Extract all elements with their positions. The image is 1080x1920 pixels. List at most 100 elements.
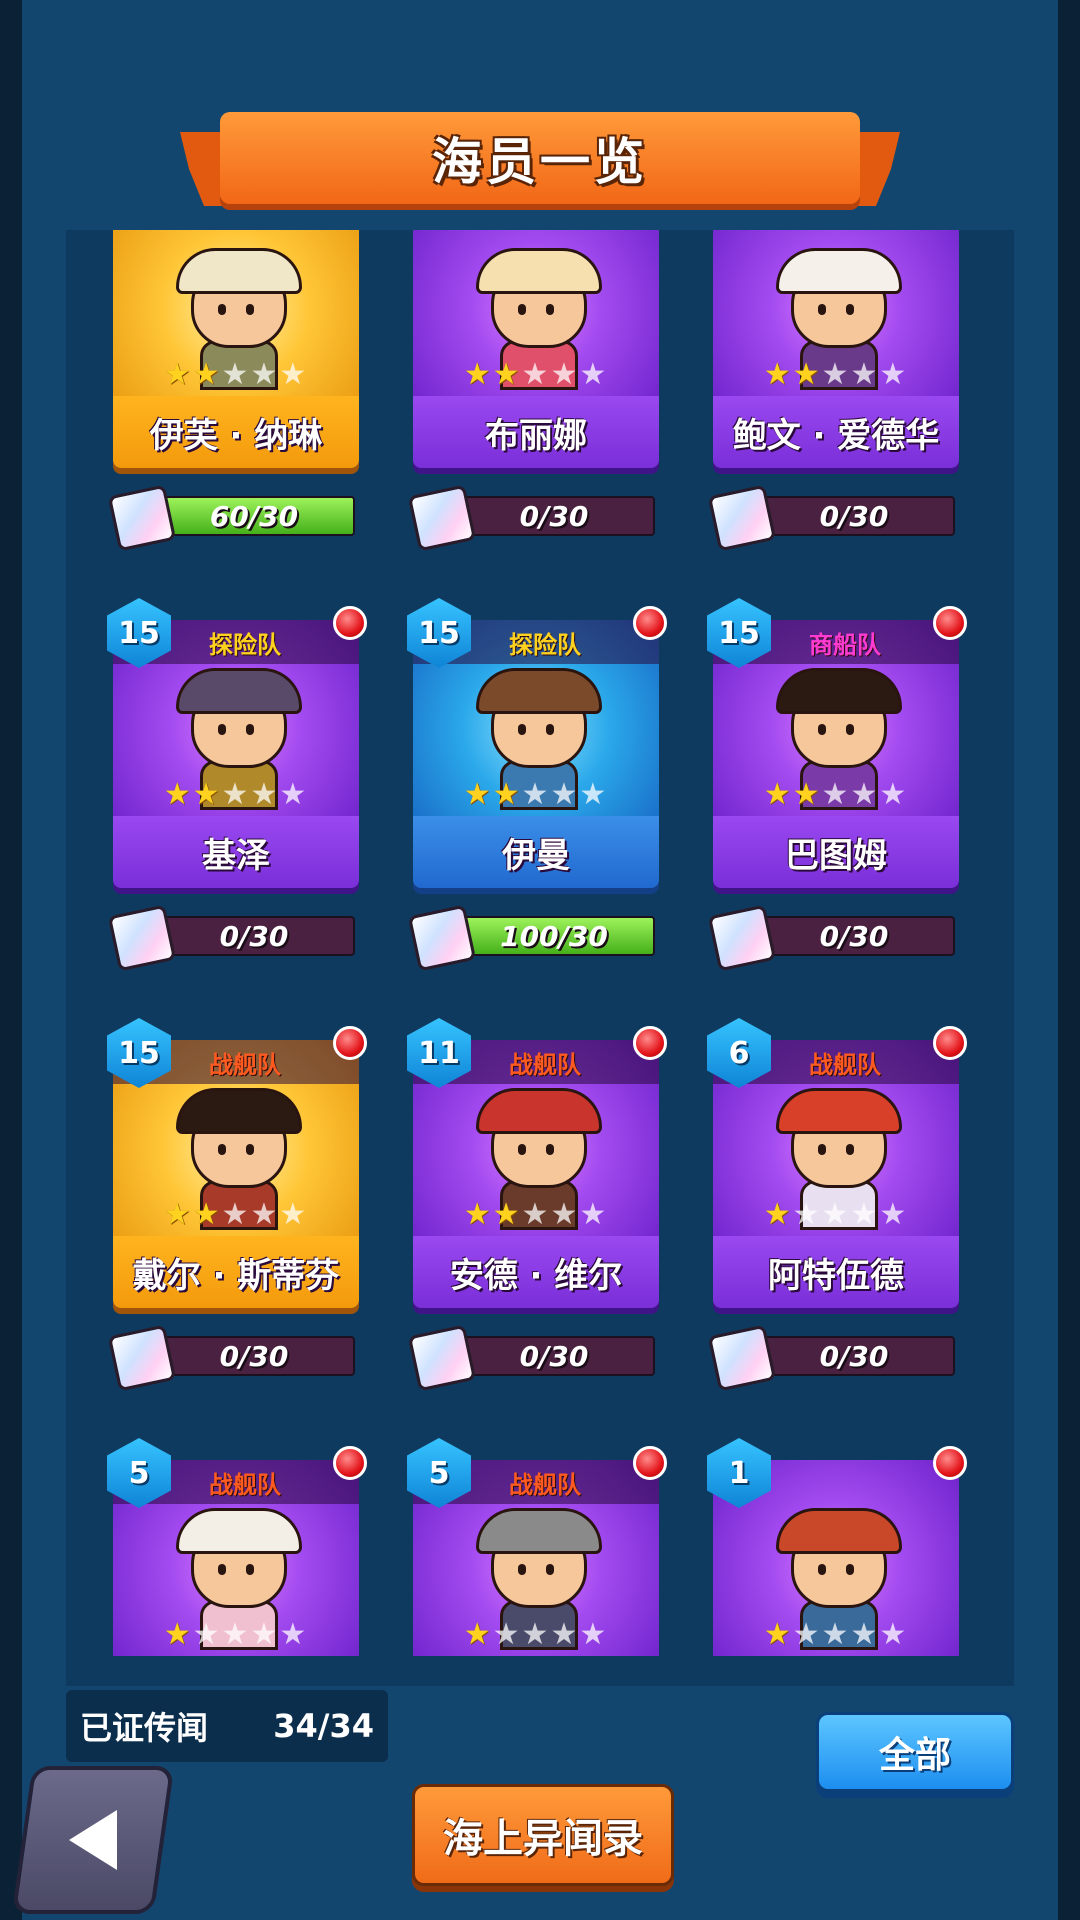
frame-edge-right	[1058, 0, 1080, 1920]
star-rating: ★★★★★	[713, 1620, 959, 1650]
progress-label: 0/30	[519, 1339, 589, 1373]
star-empty-icon: ★	[221, 1617, 251, 1652]
star-empty-icon: ★	[879, 777, 909, 812]
team-label: 探险队	[509, 630, 581, 659]
crew-portrait-frame: ★★★★★	[413, 230, 659, 396]
progress-track: 60/30	[153, 496, 355, 536]
progress-track: 0/30	[753, 496, 955, 536]
star-filled-icon: ★	[763, 1197, 793, 1232]
star-rating: ★★★★★	[413, 1620, 659, 1650]
star-filled-icon: ★	[192, 357, 222, 392]
team-label: 战舰队	[509, 1470, 581, 1499]
star-empty-icon: ★	[221, 357, 251, 392]
crew-card[interactable]: ★★★★★ 伊芙 · 纳琳 60/30	[107, 230, 359, 552]
star-filled-icon: ★	[763, 777, 793, 812]
star-empty-icon: ★	[821, 357, 851, 392]
puzzle-piece-icon	[407, 904, 477, 972]
star-filled-icon: ★	[163, 1617, 193, 1652]
fragment-progress: 0/30	[107, 904, 359, 972]
star-filled-icon: ★	[163, 1197, 193, 1232]
crew-card[interactable]: 战舰队 ★★★★★ 戴尔 · 斯蒂芬 15 0/30	[107, 1018, 367, 1392]
star-empty-icon: ★	[550, 777, 580, 812]
crew-card[interactable]: ★★★★★ 1	[707, 1438, 967, 1656]
star-filled-icon: ★	[763, 357, 793, 392]
star-rating: ★★★★★	[113, 360, 359, 390]
star-empty-icon: ★	[221, 777, 251, 812]
crew-card[interactable]: 战舰队 ★★★★★ 5	[107, 1438, 367, 1656]
fragment-progress: 0/30	[707, 904, 959, 972]
star-empty-icon: ★	[192, 1617, 222, 1652]
star-empty-icon: ★	[850, 357, 880, 392]
puzzle-piece-icon	[107, 484, 177, 552]
puzzle-piece-icon	[707, 904, 777, 972]
notification-dot-icon	[633, 1446, 667, 1480]
notification-dot-icon	[933, 606, 967, 640]
puzzle-piece-icon	[107, 1324, 177, 1392]
star-empty-icon: ★	[279, 777, 309, 812]
crew-card[interactable]: 探险队 ★★★★★ 基泽 15 0/30	[107, 598, 367, 972]
crew-name: 阿特伍德	[713, 1236, 959, 1308]
star-filled-icon: ★	[463, 1197, 493, 1232]
notification-dot-icon	[333, 606, 367, 640]
star-rating: ★★★★★	[413, 1200, 659, 1230]
star-filled-icon: ★	[463, 1617, 493, 1652]
sea-rumor-button[interactable]: 海上异闻录	[412, 1784, 674, 1886]
star-filled-icon: ★	[492, 357, 522, 392]
progress-label: 100/30	[500, 919, 608, 953]
star-rating: ★★★★★	[113, 780, 359, 810]
crew-grid[interactable]: ★★★★★ 伊芙 · 纳琳 60/30 ★★★★★ 布丽娜 0/30 ★★★★★ 鲍文 · 爱…	[66, 230, 1014, 1686]
star-empty-icon: ★	[521, 777, 551, 812]
star-empty-icon: ★	[550, 1197, 580, 1232]
crew-card[interactable]: 战舰队 ★★★★★ 安德 · 维尔 11 0/30	[407, 1018, 667, 1392]
puzzle-piece-icon	[407, 1324, 477, 1392]
progress-track: 0/30	[753, 916, 955, 956]
star-empty-icon: ★	[279, 357, 309, 392]
progress-label: 60/30	[209, 499, 299, 533]
star-filled-icon: ★	[192, 777, 222, 812]
star-empty-icon: ★	[879, 1197, 909, 1232]
notification-dot-icon	[333, 1026, 367, 1060]
star-empty-icon: ★	[492, 1617, 522, 1652]
star-filled-icon: ★	[463, 357, 493, 392]
legend-label: 已证传闻	[80, 1709, 209, 1747]
star-empty-icon: ★	[579, 1617, 609, 1652]
puzzle-piece-icon	[407, 484, 477, 552]
fragment-progress: 0/30	[407, 484, 659, 552]
crew-name: 安德 · 维尔	[413, 1236, 659, 1308]
star-empty-icon: ★	[221, 1197, 251, 1232]
star-empty-icon: ★	[521, 1617, 551, 1652]
star-empty-icon: ★	[250, 777, 280, 812]
star-empty-icon: ★	[821, 1617, 851, 1652]
fragment-progress: 0/30	[707, 484, 959, 552]
star-rating: ★★★★★	[713, 1200, 959, 1230]
progress-label: 0/30	[819, 919, 889, 953]
team-label: 战舰队	[809, 1050, 881, 1079]
crew-card[interactable]: 战舰队 ★★★★★ 5	[407, 1438, 667, 1656]
star-empty-icon: ★	[821, 1197, 851, 1232]
back-button[interactable]	[11, 1766, 175, 1914]
page-title: 海员一览	[432, 133, 648, 191]
star-empty-icon: ★	[279, 1197, 309, 1232]
crew-card[interactable]: 商船队 ★★★★★ 巴图姆 15 0/30	[707, 598, 967, 972]
crew-card[interactable]: 探险队 ★★★★★ 伊曼 15 100/30	[407, 598, 667, 972]
star-filled-icon: ★	[492, 1197, 522, 1232]
star-filled-icon: ★	[792, 357, 822, 392]
star-rating: ★★★★★	[413, 780, 659, 810]
crew-card[interactable]: ★★★★★ 布丽娜 0/30	[407, 230, 659, 552]
progress-label: 0/30	[819, 499, 889, 533]
star-empty-icon: ★	[521, 357, 551, 392]
star-rating: ★★★★★	[113, 1620, 359, 1650]
filter-all-button[interactable]: 全部	[816, 1712, 1014, 1792]
notification-dot-icon	[633, 606, 667, 640]
star-filled-icon: ★	[463, 777, 493, 812]
star-rating: ★★★★★	[713, 780, 959, 810]
crew-name: 伊芙 · 纳琳	[113, 396, 359, 468]
star-filled-icon: ★	[163, 357, 193, 392]
team-label: 战舰队	[209, 1050, 281, 1079]
crew-card[interactable]: 战舰队 ★★★★★ 阿特伍德 6 0/30	[707, 1018, 967, 1392]
crew-card[interactable]: ★★★★★ 鲍文 · 爱德华 0/30	[707, 230, 959, 552]
crew-name: 布丽娜	[413, 396, 659, 468]
team-label: 探险队	[209, 630, 281, 659]
progress-label: 0/30	[219, 1339, 289, 1373]
fragment-progress: 0/30	[707, 1324, 959, 1392]
